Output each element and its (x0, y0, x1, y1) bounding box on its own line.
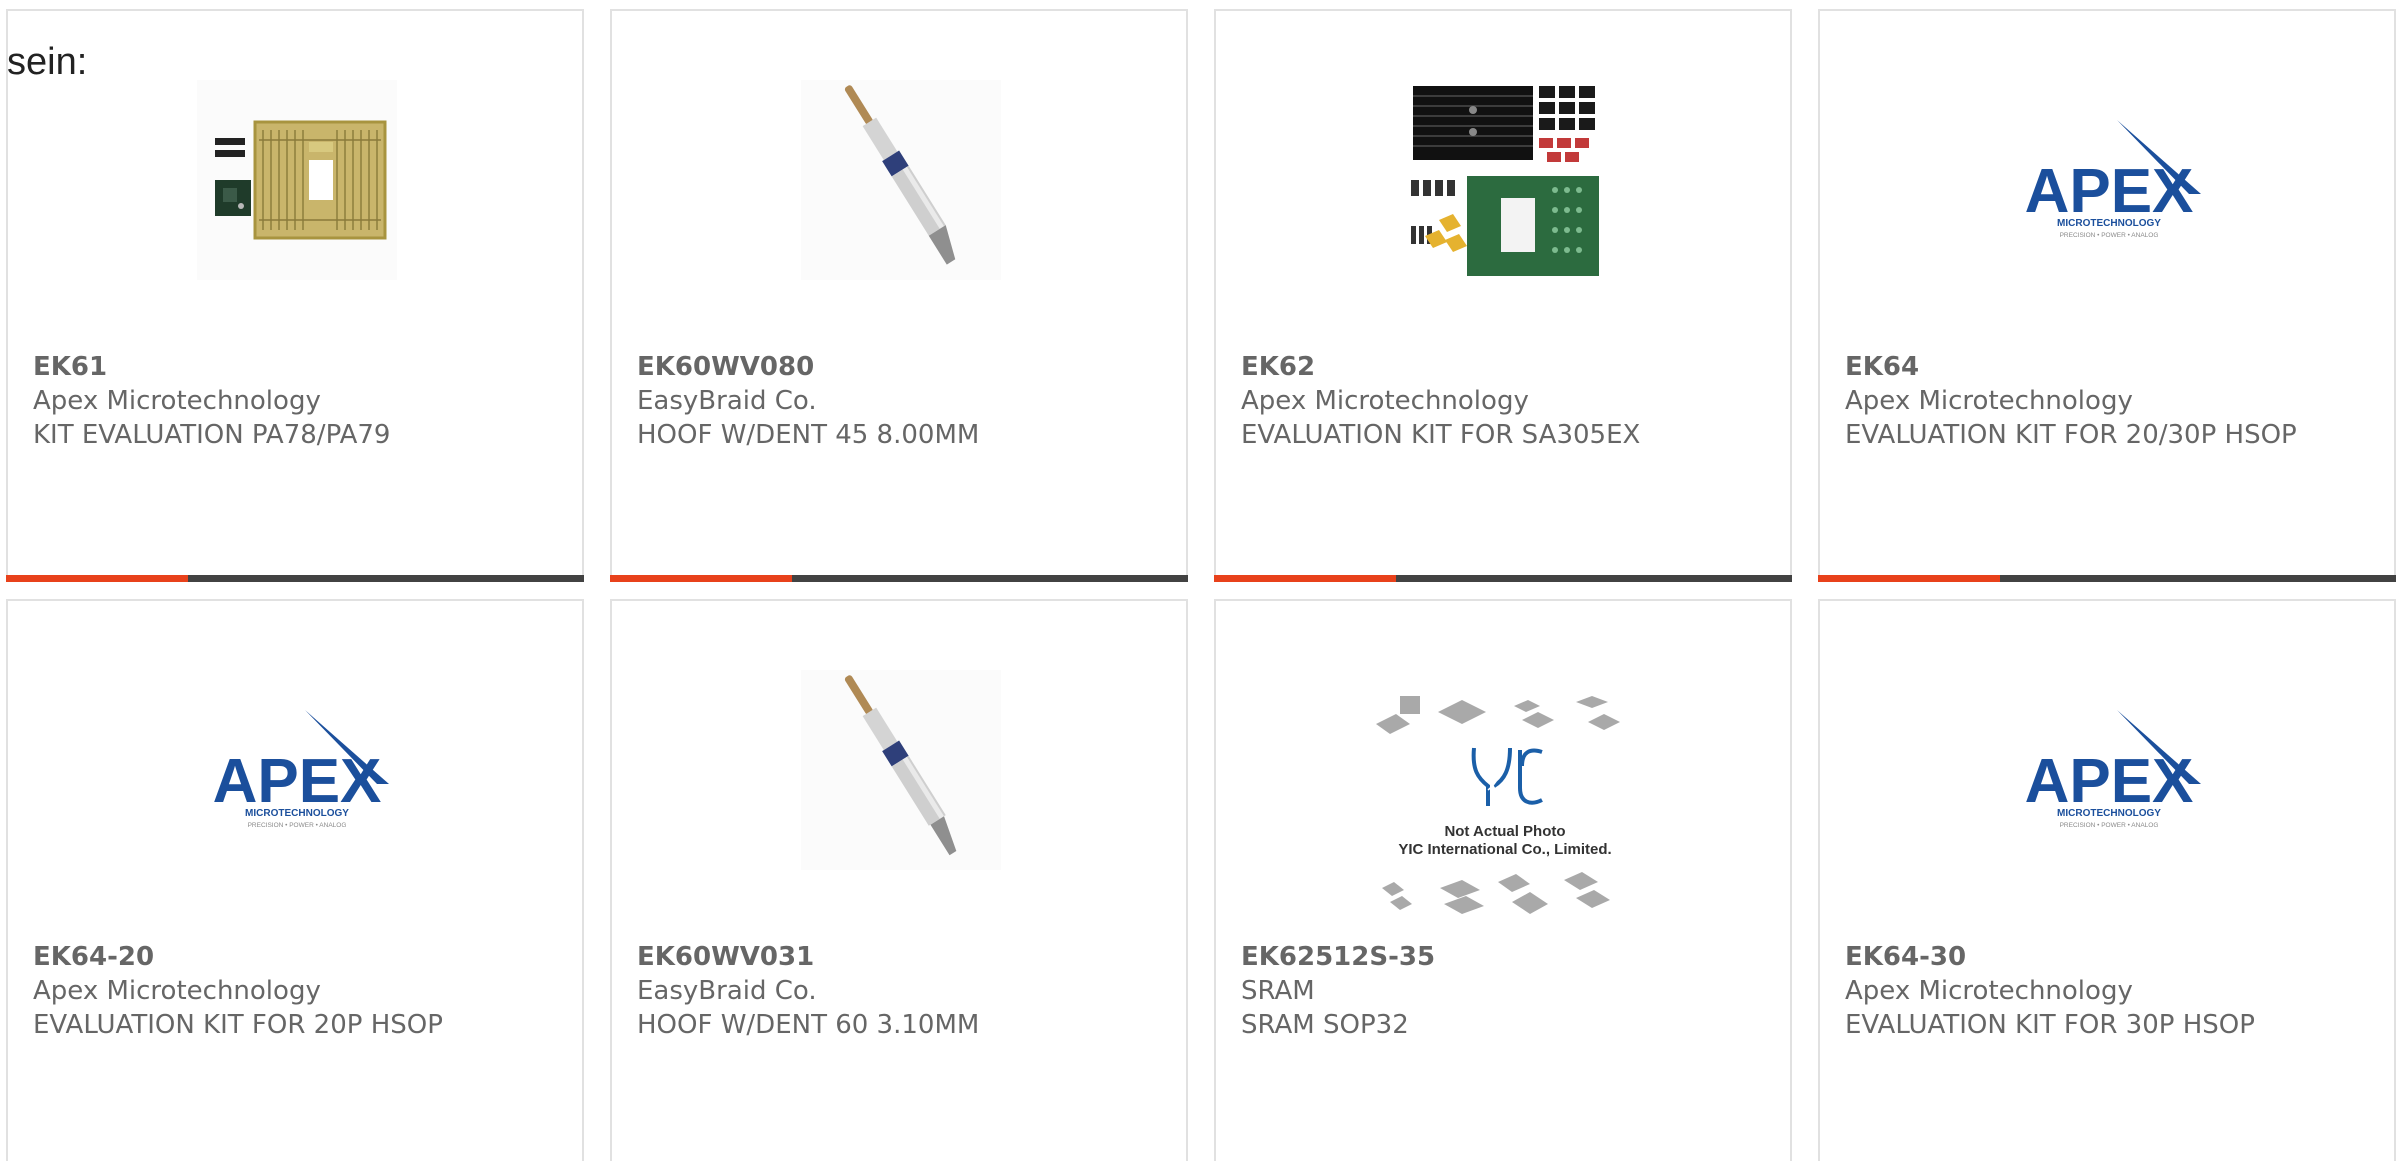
apex-logo-tagline: PRECISION • POWER • ANALOG (2060, 822, 2159, 829)
apex-logo-image[interactable]: APEX MICROTECHNOLOGY PRECISION • POWER •… (197, 670, 397, 870)
manufacturer-name: EasyBraid Co. (637, 386, 817, 416)
product-card[interactable]: EK60WV080 EasyBraid Co. HOOF W/DENT 45 8… (610, 9, 1188, 582)
card-accent-segment (610, 575, 792, 582)
product-description: EVALUATION KIT FOR 20P HSOP (33, 1010, 443, 1040)
product-card[interactable]: APEX MICROTECHNOLOGY PRECISION • POWER •… (6, 599, 584, 1161)
card-accent-segment (1818, 575, 2000, 582)
part-number-link[interactable]: EK60WV031 (637, 940, 1157, 974)
product-description: HOOF W/DENT 45 8.00MM (637, 420, 980, 450)
card-accent-bar (1214, 575, 1792, 582)
product-card[interactable]: EK60WV031 EasyBraid Co. HOOF W/DENT 60 3… (610, 599, 1188, 1161)
product-description: EVALUATION KIT FOR 30P HSOP (1845, 1010, 2255, 1040)
apex-logo-sub: MICROTECHNOLOGY (2057, 808, 2161, 819)
product-image-heatsink-kit[interactable] (1405, 80, 1605, 280)
apex-logo-sub: MICROTECHNOLOGY (245, 808, 349, 819)
apex-logo-word: APEX (2025, 157, 2194, 226)
product-image-soldering-tip[interactable] (801, 80, 1001, 280)
card-accent-bar (610, 575, 1188, 582)
apex-logo-word: APEX (2025, 747, 2194, 816)
card-accent-bar (1818, 575, 2396, 582)
part-number-link[interactable]: EK64 (1845, 350, 2365, 384)
apex-logo-word: APEX (213, 747, 382, 816)
placeholder-caption-line2: YIC International Co., Limited. (1398, 841, 1611, 858)
part-number-link[interactable]: EK64-20 (33, 940, 553, 974)
manufacturer-name: Apex Microtechnology (1241, 386, 1529, 416)
product-description: EVALUATION KIT FOR 20/30P HSOP (1845, 420, 2297, 450)
apex-logo-sub: MICROTECHNOLOGY (2057, 218, 2161, 229)
part-number-link[interactable]: EK62512S-35 (1241, 940, 1761, 974)
product-card[interactable]: EK62 Apex Microtechnology EVALUATION KIT… (1214, 9, 1792, 582)
manufacturer-name: Apex Microtechnology (33, 386, 321, 416)
product-image-not-actual-photo[interactable]: Not Actual Photo YIC International Co., … (1370, 692, 1640, 932)
part-number-link[interactable]: EK64-30 (1845, 940, 2365, 974)
manufacturer-name: EasyBraid Co. (637, 976, 817, 1006)
card-accent-segment (6, 575, 188, 582)
product-image-soldering-tip[interactable] (801, 670, 1001, 870)
product-description: SRAM SOP32 (1241, 1010, 1409, 1040)
placeholder-caption-line1: Not Actual Photo (1444, 823, 1565, 840)
manufacturer-name: Apex Microtechnology (33, 976, 321, 1006)
product-card[interactable]: APEX MICROTECHNOLOGY PRECISION • POWER •… (1818, 9, 2396, 582)
product-card[interactable]: APEX MICROTECHNOLOGY PRECISION • POWER •… (1818, 599, 2396, 1161)
card-accent-bar (6, 575, 584, 582)
card-accent-segment (1214, 575, 1396, 582)
apex-logo-image[interactable]: APEX MICROTECHNOLOGY PRECISION • POWER •… (2009, 670, 2209, 870)
manufacturer-name: Apex Microtechnology (1845, 976, 2133, 1006)
product-card[interactable]: EK61 Apex Microtechnology KIT EVALUATION… (6, 9, 584, 582)
product-description: HOOF W/DENT 60 3.10MM (637, 1010, 980, 1040)
apex-logo-image[interactable]: APEX MICROTECHNOLOGY PRECISION • POWER •… (2009, 80, 2209, 280)
product-description: EVALUATION KIT FOR SA305EX (1241, 420, 1641, 450)
apex-logo-tagline: PRECISION • POWER • ANALOG (2060, 232, 2159, 239)
part-number-link[interactable]: EK60WV080 (637, 350, 1157, 384)
part-number-link[interactable]: EK61 (33, 350, 553, 384)
product-image-evaluation-kit-board[interactable] (197, 80, 397, 280)
product-card[interactable]: Not Actual Photo YIC International Co., … (1214, 599, 1792, 1161)
apex-logo-tagline: PRECISION • POWER • ANALOG (248, 822, 347, 829)
manufacturer-name: SRAM (1241, 976, 1315, 1006)
manufacturer-name: Apex Microtechnology (1845, 386, 2133, 416)
product-description: KIT EVALUATION PA78/PA79 (33, 420, 391, 450)
heading-fragment: sein: (7, 41, 88, 83)
part-number-link[interactable]: EK62 (1241, 350, 1761, 384)
